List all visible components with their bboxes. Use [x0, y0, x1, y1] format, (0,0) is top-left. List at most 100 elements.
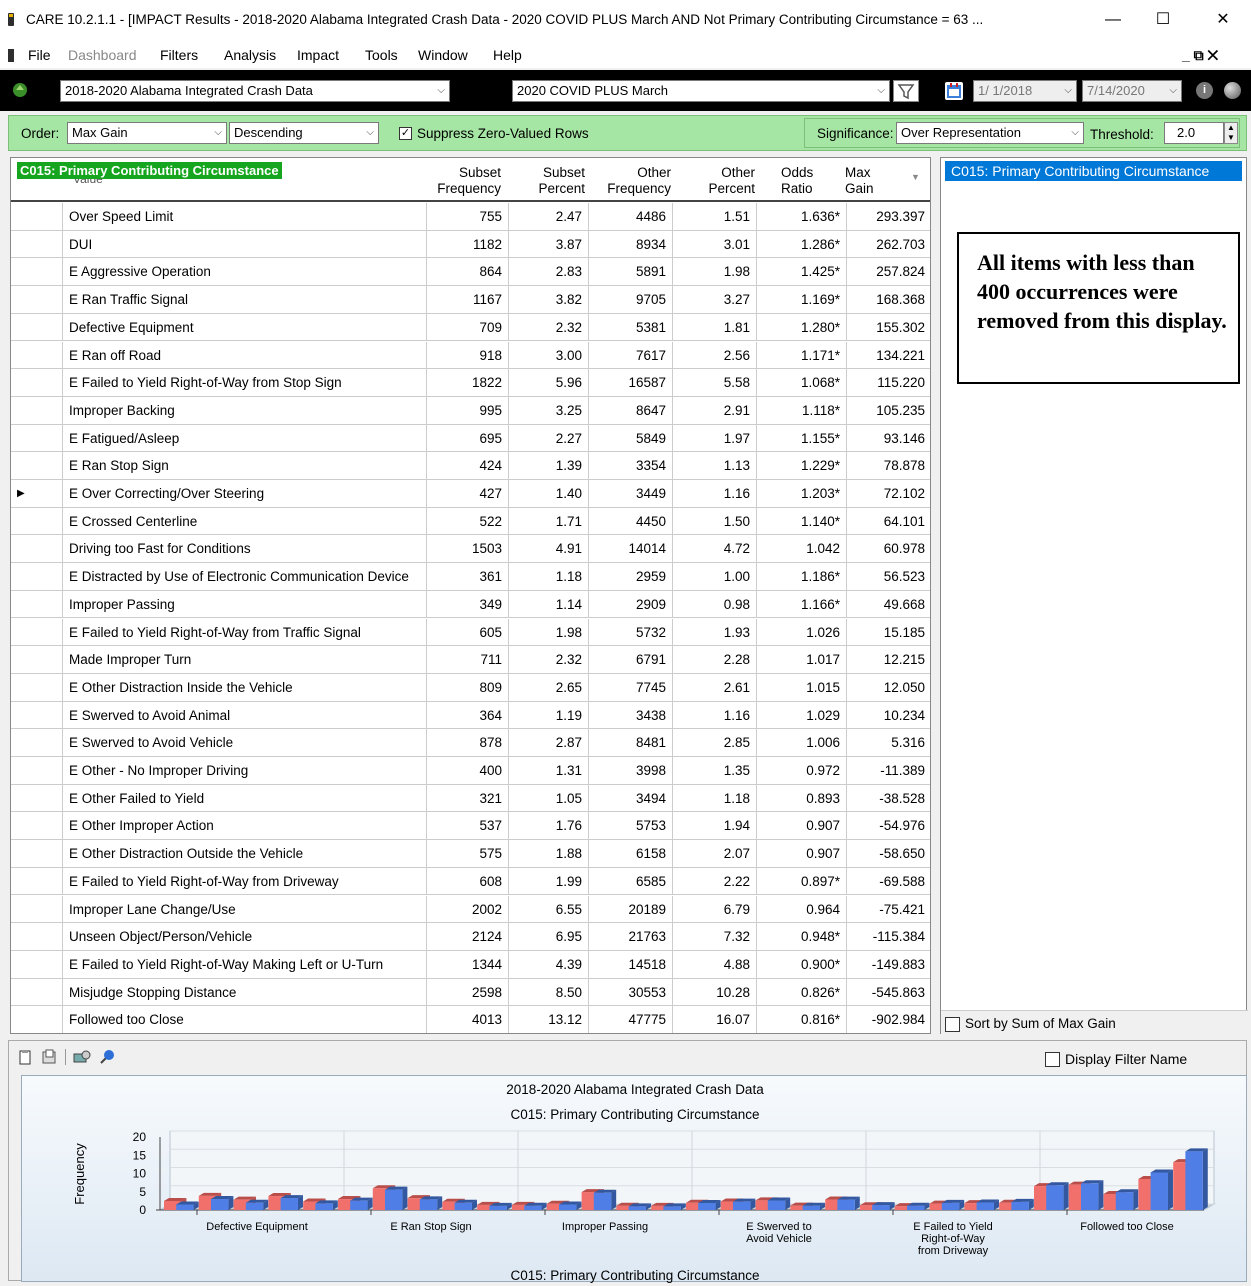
table-row[interactable]: ▶ E Over Correcting/Over Steering 427 1.40 3…	[11, 480, 930, 508]
maximize-button[interactable]: ☐	[1140, 6, 1186, 34]
table-row[interactable]: E Distracted by Use of Electronic Commun…	[11, 563, 930, 591]
table-row[interactable]: E Ran Stop Sign 424 1.39 3354 1.13 1.229* 78.8…	[11, 452, 930, 480]
row-selector[interactable]	[11, 812, 63, 841]
row-selector[interactable]	[11, 618, 63, 647]
row-selector[interactable]	[11, 452, 63, 480]
filter-select[interactable]: 2020 COVID PLUS March ⌵	[512, 80, 890, 102]
header-other-percent[interactable]: Other Percent	[677, 165, 755, 197]
row-selector[interactable]	[11, 784, 63, 813]
mdi-controls[interactable]: _ ⧉ ✕	[1182, 47, 1218, 64]
row-selector[interactable]	[11, 895, 63, 924]
row-selector[interactable]	[11, 424, 63, 453]
header-subset-frequency[interactable]: Subset Frequency	[429, 165, 501, 197]
row-selector[interactable]	[11, 563, 63, 591]
row-selector[interactable]	[11, 258, 63, 287]
menu-file[interactable]: File	[28, 47, 51, 63]
sort-sum-checkbox[interactable]	[945, 1017, 960, 1032]
menu-help[interactable]: Help	[493, 47, 522, 63]
copy-icon[interactable]	[17, 1049, 33, 1065]
table-row[interactable]: Improper Lane Change/Use 2002 6.55 20189 6.7…	[11, 895, 930, 924]
table-row[interactable]: E Fatigued/Asleep 695 2.27 5849 1.97 1.155* 93…	[11, 424, 930, 453]
menu-impact[interactable]: Impact	[297, 47, 339, 63]
threshold-input[interactable]: 2.0	[1164, 122, 1224, 144]
table-row[interactable]: Followed too Close 4013 13.12 47775 16.07 0.8…	[11, 1006, 930, 1033]
table-row[interactable]: E Other Distraction Inside the Vehicle 80…	[11, 673, 930, 702]
row-selector[interactable]	[11, 729, 63, 757]
threshold-spinner[interactable]: ▲ ▼	[1224, 122, 1238, 144]
table-row[interactable]: E Failed to Yield Right-of-Way Making Le…	[11, 950, 930, 979]
pin-icon[interactable]	[99, 1049, 115, 1065]
menu-tools[interactable]: Tools	[365, 47, 398, 63]
table-row[interactable]: E Other Distraction Outside the Vehicle 5…	[11, 840, 930, 868]
row-selector[interactable]	[11, 646, 63, 674]
table-row[interactable]: Unseen Object/Person/Vehicle 2124 6.95 2176…	[11, 923, 930, 951]
minimize-button[interactable]: —	[1090, 6, 1136, 34]
table-row[interactable]: Made Improper Turn 711 2.32 6791 2.28 1.017 12…	[11, 646, 930, 674]
menu-window[interactable]: Window	[418, 47, 468, 63]
table-row[interactable]: Defective Equipment 709 2.32 5381 1.81 1.280*…	[11, 313, 930, 342]
refresh-icon[interactable]	[10, 80, 30, 100]
header-odds-ratio[interactable]: Odds Ratio	[755, 165, 815, 197]
row-selector[interactable]	[11, 978, 63, 1007]
display-filter-checkbox[interactable]	[1045, 1052, 1060, 1067]
row-selector[interactable]	[11, 230, 63, 259]
table-row[interactable]: Misjudge Stopping Distance 2598 8.50 30553 1…	[11, 978, 930, 1007]
table-row[interactable]: Driving too Fast for Conditions 1503 4.91 1…	[11, 535, 930, 564]
date-from-select[interactable]: 1/ 1/2018 ⌵	[973, 80, 1077, 102]
table-row[interactable]: E Other Improper Action 537 1.76 5753 1.94 0.…	[11, 812, 930, 841]
row-selector[interactable]	[11, 923, 63, 951]
menu-dashboard[interactable]: Dashboard	[68, 47, 137, 63]
odds-ratio-cell: 1.186*	[757, 563, 847, 591]
row-selector[interactable]	[11, 313, 63, 342]
print-preview-icon[interactable]	[41, 1049, 57, 1065]
row-selector[interactable]	[11, 341, 63, 370]
header-other-frequency[interactable]: Other Frequency	[591, 165, 671, 197]
row-selector[interactable]	[11, 1006, 63, 1033]
order-select[interactable]: Max Gain ⌵	[67, 122, 227, 144]
dataset-select[interactable]: 2018-2020 Alabama Integrated Crash Data ⌵	[60, 80, 450, 102]
direction-select[interactable]: Descending ⌵	[229, 122, 379, 144]
header-max-gain[interactable]: Max Gain	[841, 165, 901, 197]
row-selector[interactable]	[11, 369, 63, 397]
table-row[interactable]: E Other - No Improper Driving 400 1.31 3998…	[11, 757, 930, 785]
table-row[interactable]: E Failed to Yield Right-of-Way from Driv…	[11, 867, 930, 896]
close-button[interactable]: ✕	[1200, 6, 1246, 34]
table-row[interactable]: Over Speed Limit 755 2.47 4486 1.51 1.636* 293…	[11, 203, 930, 231]
row-selector[interactable]	[11, 203, 63, 231]
table-row[interactable]: E Swerved to Avoid Animal 364 1.19 3438 1.16…	[11, 701, 930, 730]
row-selector[interactable]	[11, 950, 63, 979]
row-selector[interactable]	[11, 535, 63, 564]
row-selector[interactable]: ▶	[11, 480, 63, 508]
table-row[interactable]: E Other Failed to Yield 321 1.05 3494 1.18 0.…	[11, 784, 930, 813]
chart-settings-icon[interactable]	[73, 1049, 91, 1065]
row-selector[interactable]	[11, 867, 63, 896]
funnel-icon[interactable]	[893, 80, 919, 102]
menu-filters[interactable]: Filters	[160, 47, 198, 63]
row-selector[interactable]	[11, 507, 63, 536]
row-selector[interactable]	[11, 286, 63, 314]
calendar-icon[interactable]	[945, 82, 963, 100]
table-row[interactable]: E Failed to Yield Right-of-Way from Traf…	[11, 618, 930, 647]
header-subset-percent[interactable]: Subset Percent	[507, 165, 585, 197]
row-selector[interactable]	[11, 590, 63, 619]
variable-list-item[interactable]: C015: Primary Contributing Circumstance	[945, 161, 1242, 181]
table-row[interactable]: E Ran Traffic Signal 1167 3.82 9705 3.27 1.16…	[11, 286, 930, 314]
table-row[interactable]: E Ran off Road 918 3.00 7617 2.56 1.171* 134.2…	[11, 341, 930, 370]
table-row[interactable]: Improper Backing 995 3.25 8647 2.91 1.118* 105…	[11, 396, 930, 425]
table-row[interactable]: E Failed to Yield Right-of-Way from Stop…	[11, 369, 930, 397]
row-selector[interactable]	[11, 701, 63, 730]
row-selector[interactable]	[11, 840, 63, 868]
row-selector[interactable]	[11, 757, 63, 785]
table-row[interactable]: Improper Passing 349 1.14 2909 0.98 1.166* 49.…	[11, 590, 930, 619]
menu-analysis[interactable]: Analysis	[224, 47, 276, 63]
row-selector[interactable]	[11, 396, 63, 425]
table-row[interactable]: DUI 1182 3.87 8934 3.01 1.286* 262.703	[11, 230, 930, 259]
table-row[interactable]: E Swerved to Avoid Vehicle 878 2.87 8481 2.8…	[11, 729, 930, 757]
info-icon[interactable]: i	[1196, 82, 1213, 99]
row-selector[interactable]	[11, 673, 63, 702]
suppress-zero-checkbox[interactable]: ✓	[399, 127, 412, 140]
table-row[interactable]: E Crossed Centerline 522 1.71 4450 1.50 1.140…	[11, 507, 930, 536]
significance-select[interactable]: Over Representation ⌵	[896, 122, 1084, 144]
date-to-select[interactable]: 7/14/2020 ⌵	[1082, 80, 1182, 102]
table-row[interactable]: E Aggressive Operation 864 2.83 5891 1.98 1.4…	[11, 258, 930, 287]
